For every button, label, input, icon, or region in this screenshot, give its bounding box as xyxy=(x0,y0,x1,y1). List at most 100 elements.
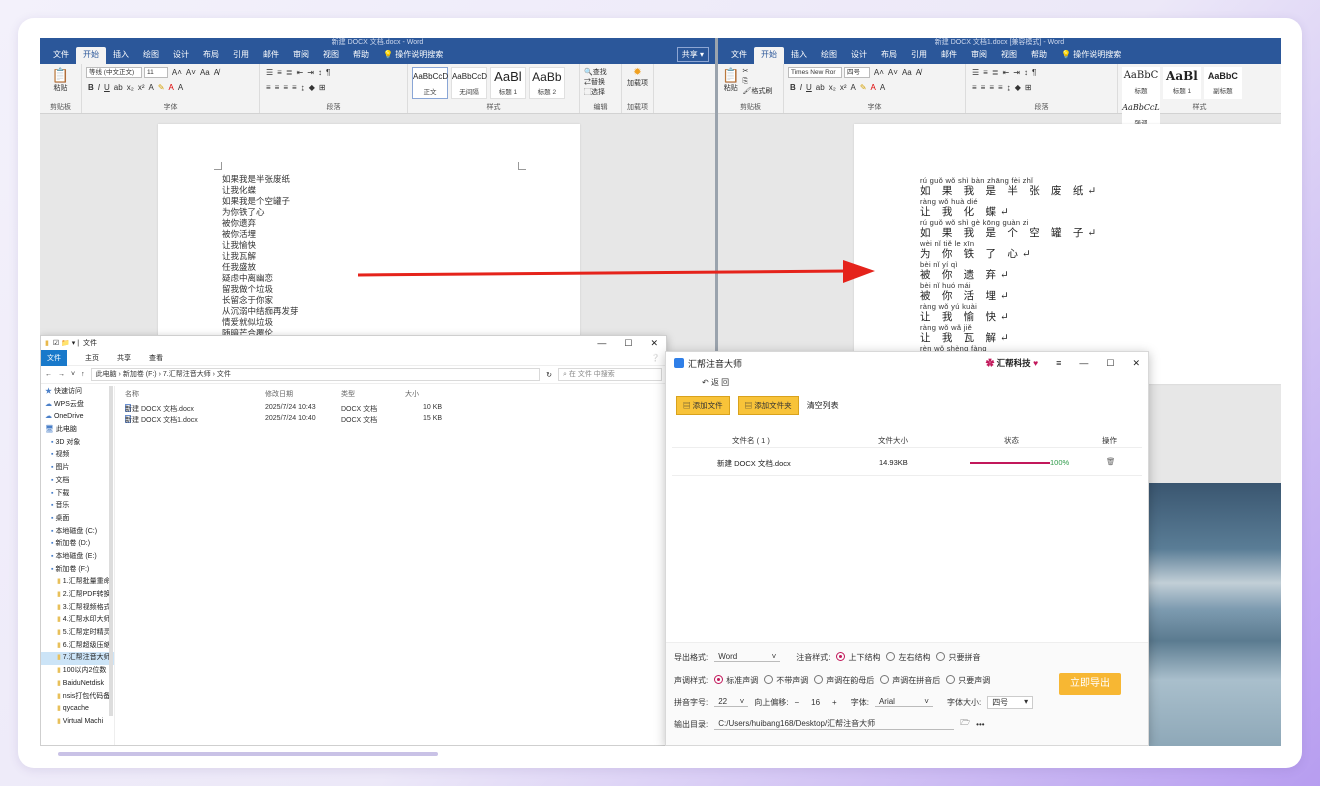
tell-me-search[interactable]: 💡 操作说明搜索 xyxy=(376,47,450,64)
multilevel-list-icon[interactable]: ≣ xyxy=(286,67,293,78)
note-style-option[interactable]: 上下结构 xyxy=(836,651,880,663)
nav-item[interactable]: ☁ OneDrive xyxy=(41,411,114,424)
refresh-icon[interactable]: ↻ xyxy=(546,371,552,379)
bold-icon[interactable]: B xyxy=(790,82,796,93)
bullets-icon[interactable]: ☰ xyxy=(972,67,979,78)
nav-item[interactable]: ▮ 3.汇帮视频格式 xyxy=(41,602,114,615)
tab-review[interactable]: 审阅 xyxy=(964,47,994,64)
nav-item[interactable]: ▪ 图片 xyxy=(41,462,114,475)
align-center-icon[interactable]: ≡ xyxy=(275,82,280,93)
output-format-select[interactable]: Word ˅ xyxy=(714,652,781,662)
menu-share[interactable]: 共享 xyxy=(117,353,131,363)
nav-item[interactable]: ▮ BaiduNetdisk xyxy=(41,678,114,691)
nav-item[interactable]: ▪ 下载 xyxy=(41,488,114,501)
char-shading-icon[interactable]: A xyxy=(880,82,885,93)
quick-access-toolbar[interactable]: ☑ 📁 ▾ | xyxy=(53,339,79,347)
menu-view[interactable]: 查看 xyxy=(149,353,163,363)
maximize-icon[interactable]: ☐ xyxy=(624,338,632,349)
highlight-icon[interactable]: ✎ xyxy=(158,82,165,93)
more-icon[interactable]: ••• xyxy=(976,720,984,729)
nav-item[interactable]: ▪ 本地磁盘 (C:) xyxy=(41,526,114,539)
multilevel-list-icon[interactable]: ≣ xyxy=(992,67,999,78)
align-right-icon[interactable]: ≡ xyxy=(283,82,288,93)
grow-font-icon[interactable]: A˄ xyxy=(874,67,884,78)
style-heading1[interactable]: AaBl 标题 1 xyxy=(1162,67,1201,99)
tab-insert[interactable]: 插入 xyxy=(106,47,136,64)
align-center-icon[interactable]: ≡ xyxy=(981,82,986,93)
nav-item[interactable]: 🖥 此电脑 xyxy=(41,424,114,437)
font-name-select[interactable]: 等线 (中文正文) xyxy=(86,67,142,78)
nav-item[interactable]: ▪ 文档 xyxy=(41,475,114,488)
decrease-indent-icon[interactable]: ⇤ xyxy=(1003,67,1010,78)
output-dir-input[interactable]: C:/Users/huibang168/Desktop/汇帮注音大师 xyxy=(714,718,955,730)
tone-option[interactable]: 标准声调 xyxy=(714,674,758,686)
nav-item[interactable]: ▪ 视频 xyxy=(41,449,114,462)
tab-mailings[interactable]: 邮件 xyxy=(934,47,964,64)
open-folder-icon[interactable]: 🗁 xyxy=(960,717,970,731)
nav-item[interactable]: ▪ 本地磁盘 (E:) xyxy=(41,551,114,564)
shrink-font-icon[interactable]: A˅ xyxy=(888,67,898,78)
menu-home[interactable]: 主页 xyxy=(85,353,99,363)
tab-design[interactable]: 设计 xyxy=(844,47,874,64)
column-date[interactable]: 修改日期 xyxy=(265,389,293,399)
align-left-icon[interactable]: ≡ xyxy=(266,82,271,93)
align-right-icon[interactable]: ≡ xyxy=(989,82,994,93)
offset-minus-button[interactable]: − xyxy=(794,698,799,707)
tab-help[interactable]: 帮助 xyxy=(1024,47,1054,64)
nav-item[interactable]: ▮ 7.汇帮注音大师 xyxy=(41,652,114,666)
shrink-font-icon[interactable]: A˅ xyxy=(186,67,196,78)
tab-home[interactable]: 开始 xyxy=(754,47,784,64)
paste-button[interactable]: 📋 粘贴 xyxy=(44,67,77,93)
style-title[interactable]: AaBbC 标题 xyxy=(1122,67,1160,99)
nav-item[interactable]: ▮ 5.汇帮定时精灵 xyxy=(41,627,114,640)
font-select[interactable]: Arial ˅ xyxy=(874,697,933,707)
tab-help[interactable]: 帮助 xyxy=(346,47,376,64)
tab-references[interactable]: 引用 xyxy=(904,47,934,64)
minimize-icon[interactable]: — xyxy=(597,338,606,349)
bullets-icon[interactable]: ☰ xyxy=(266,67,273,78)
nav-item[interactable]: ▮ 2.汇帮PDF转换 xyxy=(41,589,114,602)
nav-item[interactable]: ▮ nsis打包代码备 xyxy=(41,691,114,704)
underline-icon[interactable]: U xyxy=(806,82,812,93)
italic-icon[interactable]: I xyxy=(800,82,802,93)
sort-icon[interactable]: ↕ xyxy=(1024,67,1028,78)
char-shading-icon[interactable]: A xyxy=(178,82,183,93)
numbering-icon[interactable]: ≡ xyxy=(277,67,282,78)
text-effects-icon[interactable]: A xyxy=(850,82,855,93)
nav-item[interactable]: ▪ 3D 对象 xyxy=(41,437,114,450)
font-size-select[interactable]: 11 xyxy=(143,67,168,78)
file-row[interactable]: 新建 DOCX 文档1.docx 2025/7/24 10:40 DOCX 文档… xyxy=(125,415,666,426)
add-file-button[interactable]: ▤ 添加文件 xyxy=(676,396,730,415)
help-icon[interactable]: ❔ xyxy=(651,354,660,362)
underline-icon[interactable]: U xyxy=(104,82,110,93)
tab-insert[interactable]: 插入 xyxy=(784,47,814,64)
font-size-select[interactable]: 四号 ▾ xyxy=(987,695,1034,709)
clear-list-button[interactable]: 清空列表 xyxy=(807,400,839,411)
highlight-icon[interactable]: ✎ xyxy=(860,82,867,93)
tone-option[interactable]: 声调在拼音后 xyxy=(880,674,940,686)
pinyin-size-select[interactable]: 22 ˅ xyxy=(714,697,749,707)
tab-mailings[interactable]: 邮件 xyxy=(256,47,286,64)
maximize-icon[interactable]: ☐ xyxy=(1106,358,1114,369)
shading-icon[interactable]: ◆ xyxy=(309,82,315,93)
subscript-icon[interactable]: x₂ xyxy=(127,82,134,93)
align-left-icon[interactable]: ≡ xyxy=(972,82,977,93)
tone-option[interactable]: 声调在韵母后 xyxy=(814,674,874,686)
font-color-icon[interactable]: A xyxy=(169,82,174,93)
back-icon[interactable]: ← xyxy=(45,371,52,378)
file-row[interactable]: 新建 DOCX 文档.docx 2025/7/24 10:43 DOCX 文档 … xyxy=(125,404,666,415)
nav-item[interactable]: ★ 快速访问 xyxy=(41,386,114,399)
show-marks-icon[interactable]: ¶ xyxy=(326,67,330,78)
search-input[interactable]: ⌕ 在 文件 中搜索 xyxy=(558,368,662,381)
numbering-icon[interactable]: ≡ xyxy=(983,67,988,78)
increase-indent-icon[interactable]: ⇥ xyxy=(307,67,314,78)
nav-item[interactable]: ▪ 音乐 xyxy=(41,500,114,513)
offset-plus-button[interactable]: + xyxy=(832,698,837,707)
style-heading2[interactable]: AaBb 标题 2 xyxy=(528,67,565,99)
nav-item[interactable]: ▮ Virtual Machi xyxy=(41,716,114,729)
clear-format-icon[interactable]: A̸ xyxy=(214,67,219,78)
tab-references[interactable]: 引用 xyxy=(226,47,256,64)
note-style-option[interactable]: 只要拼音 xyxy=(936,651,980,663)
style-heading1[interactable]: AaBl 标题 1 xyxy=(489,67,526,99)
address-bar[interactable]: 此电脑 › 新加卷 (F:) › 7.汇帮注音大师 › 文件 xyxy=(90,368,541,381)
